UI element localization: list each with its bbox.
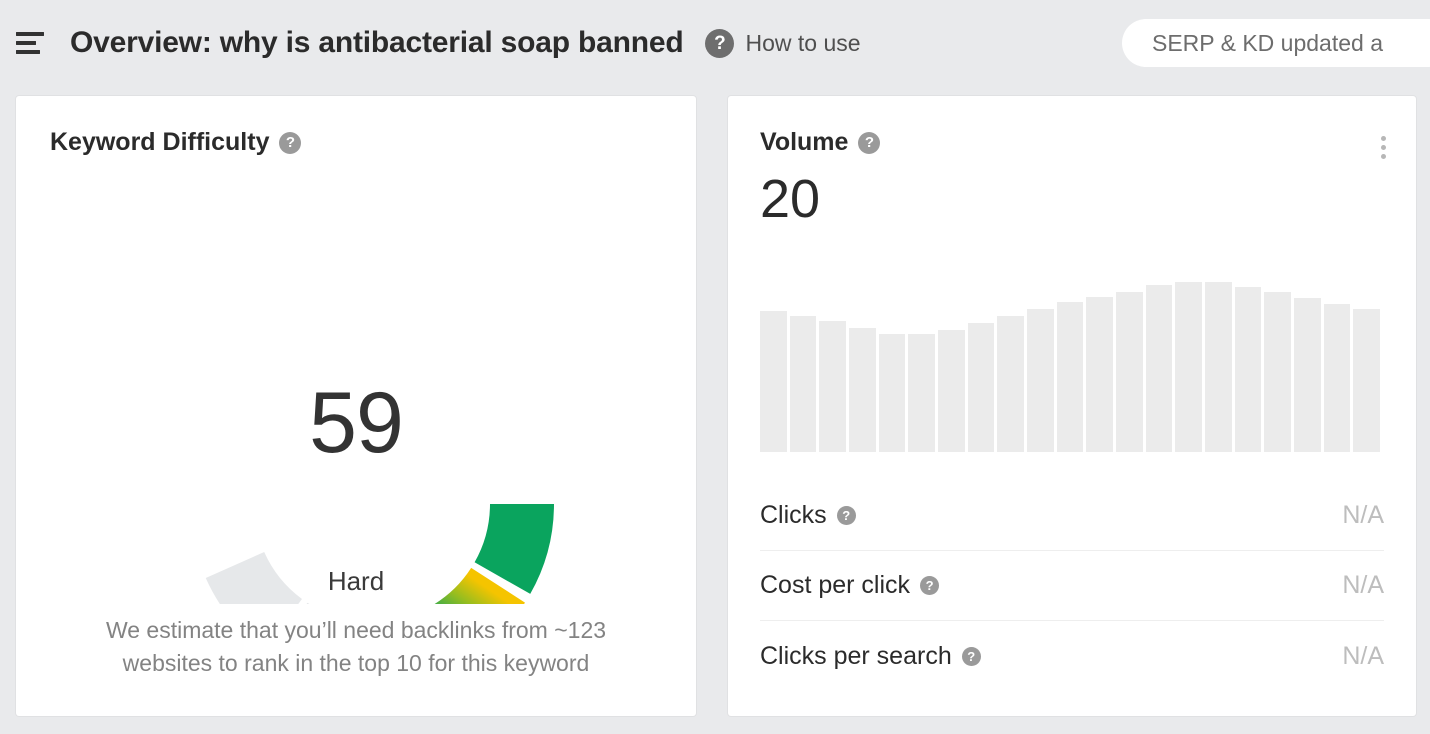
kebab-dot-2 [1381,145,1386,150]
keyword-difficulty-title: Keyword Difficulty ? [50,128,301,157]
question-mark-icon[interactable]: ? [962,647,981,666]
volume-bar[interactable] [1205,282,1232,452]
metric-row: Cost per click? N/A [760,551,1384,621]
metric-label-group: Cost per click? [760,571,939,600]
volume-title: Volume ? [760,128,880,157]
volume-bar[interactable] [819,321,846,452]
metric-label: Clicks per search [760,642,952,671]
volume-bar[interactable] [938,330,965,452]
question-mark-icon: ? [705,29,734,58]
keyword-difficulty-note: We estimate that you’ll need backlinks f… [66,614,646,679]
keyword-difficulty-title-label: Keyword Difficulty [50,128,269,157]
page-title: Overview: why is antibacterial soap bann… [70,26,683,60]
how-to-use-label: How to use [745,30,860,57]
question-mark-icon[interactable]: ? [858,132,880,154]
volume-card: Volume ? 20 Clicks? N/A Cost per click? N/A… [728,96,1416,716]
metric-label: Clicks [760,501,827,530]
hamburger-menu-icon[interactable] [16,32,44,54]
metric-value: N/A [1342,642,1384,671]
kebab-dot-3 [1381,154,1386,159]
question-mark-icon[interactable]: ? [279,132,301,154]
metric-row: Clicks? N/A [760,481,1384,551]
serp-kd-updated-pill[interactable]: SERP & KD updated a [1122,19,1430,67]
kebab-dot-1 [1381,136,1386,141]
metric-row: Clicks per search? N/A [760,621,1384,691]
volume-bar[interactable] [1057,302,1084,452]
volume-bar-chart [760,276,1380,452]
volume-value: 20 [760,172,820,226]
keyword-difficulty-gauge: 59 Hard [16,264,696,604]
question-mark-icon[interactable]: ? [920,576,939,595]
volume-bar[interactable] [1235,287,1262,452]
top-header-bar: Overview: why is antibacterial soap bann… [0,0,1430,86]
metric-value: N/A [1342,501,1384,530]
hamburger-line-1 [16,32,44,36]
keyword-difficulty-score: 59 [16,380,696,466]
metric-value: N/A [1342,571,1384,600]
volume-bar[interactable] [760,311,787,452]
kebab-menu-icon[interactable] [1377,132,1390,163]
metric-label: Cost per click [760,571,910,600]
volume-bar[interactable] [849,328,876,452]
volume-bar[interactable] [1294,298,1321,452]
metric-label-group: Clicks per search? [760,642,981,671]
volume-bar[interactable] [790,316,817,452]
volume-bar[interactable] [1116,292,1143,452]
question-mark-icon[interactable]: ? [837,506,856,525]
volume-bar[interactable] [908,334,935,452]
hamburger-line-3 [16,50,40,54]
volume-title-label: Volume [760,128,848,157]
volume-bar[interactable] [1264,292,1291,452]
volume-metric-list: Clicks?N/ACost per click?N/AClicks per s… [760,481,1384,691]
volume-bar[interactable] [968,323,995,452]
volume-bar[interactable] [879,334,906,452]
volume-bar[interactable] [1175,282,1202,452]
volume-bar[interactable] [1146,285,1173,452]
how-to-use-link[interactable]: ? How to use [705,29,860,58]
volume-bar[interactable] [1027,309,1054,452]
volume-bar[interactable] [997,316,1024,452]
keyword-difficulty-rating: Hard [16,566,696,597]
hamburger-line-2 [16,41,36,45]
keyword-difficulty-card: Keyword Difficulty ? 59 Hard We estimate… [16,96,696,716]
volume-bar[interactable] [1086,297,1113,452]
volume-bar[interactable] [1353,309,1380,452]
metric-label-group: Clicks? [760,501,856,530]
volume-bar[interactable] [1324,304,1351,452]
